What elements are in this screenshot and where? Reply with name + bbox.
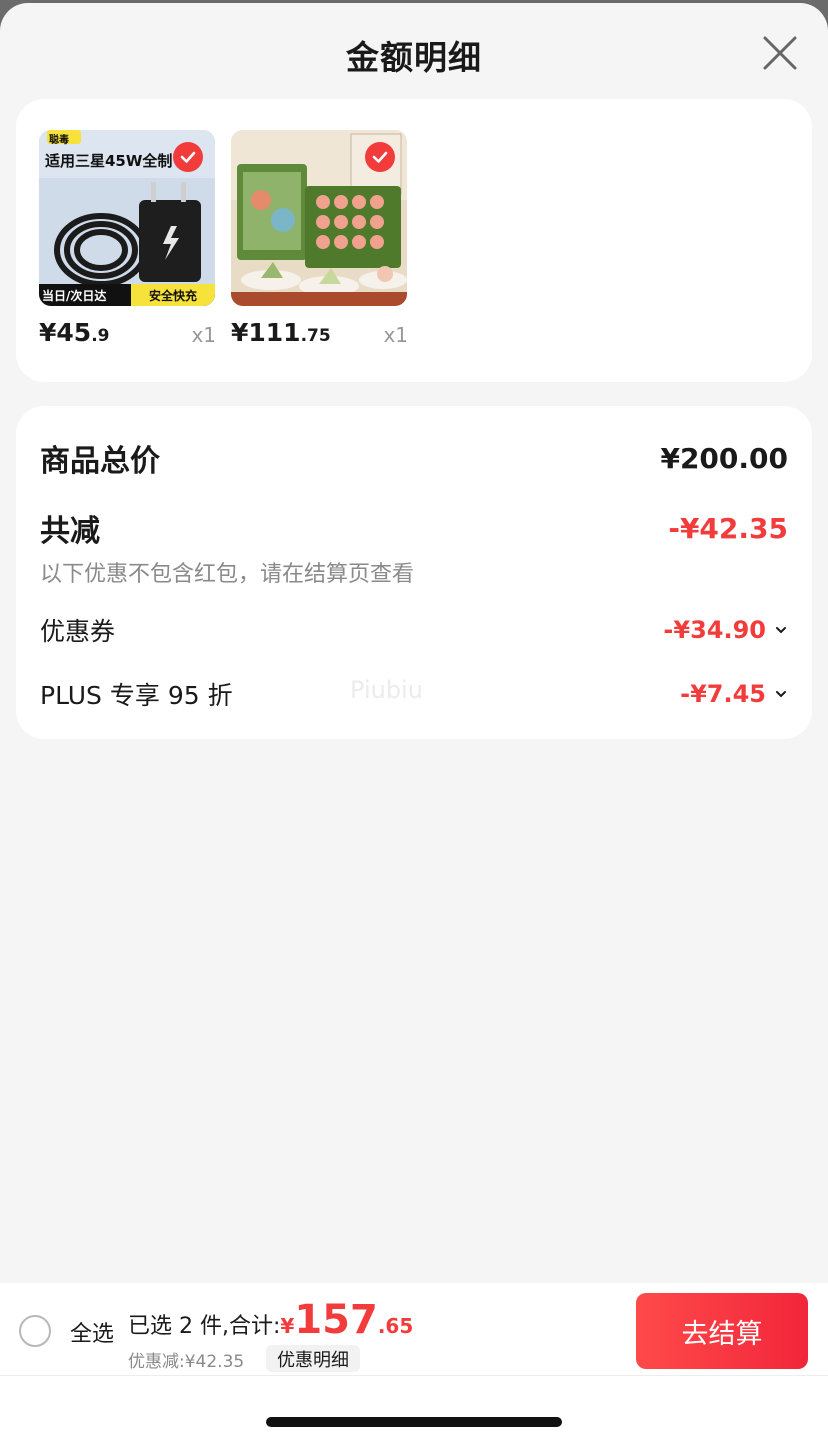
price-summary-card: 商品总价 ¥200.00 共减 -¥42.35 以下优惠不包含红包，请在结算页查… [16,406,812,739]
close-button[interactable] [760,33,800,73]
price-integer: ¥111 [231,318,301,347]
product-thumbnail-charger: 聪毒 适用三星45W全制 当日/次日达 安全快充 [39,130,215,306]
checked-badge[interactable] [365,142,395,172]
total-decimal: .65 [377,1314,414,1338]
product-quantity: x1 [383,323,408,347]
close-icon [763,36,797,70]
product-price: ¥111.75 [231,318,331,347]
home-indicator [266,1417,562,1427]
product-item[interactable]: ¥111.75 x1 [231,130,408,347]
amount-detail-sheet: 金额明细 聪毒 适用三星45W全制 当日/次日达 安全快充 ¥45.9 x1 ¥… [0,3,828,1440]
product-quantity: x1 [191,323,216,347]
thumb-badge: 聪毒 [49,135,69,146]
discount-note: 以下优惠不包含红包，请在结算页查看 [40,562,415,587]
product-list-card: 聪毒 适用三星45W全制 当日/次日达 安全快充 ¥45.9 x1 ¥111.7… [16,99,812,382]
checkmark-icon [372,151,388,163]
discount-detail-chip[interactable]: 优惠明细 [266,1345,360,1372]
total-integer: 157 [294,1297,378,1343]
checked-badge[interactable] [173,142,203,172]
plus-value-group: -¥7.45 [680,680,788,708]
chevron-down-icon [776,691,786,698]
plus-discount-row[interactable]: PLUS 专享 95 折 -¥7.45 [40,676,788,712]
coupon-value: -¥34.90 [663,616,766,644]
reduction-row: 共减 -¥42.35 [40,506,788,550]
select-all-label[interactable]: 全选 [70,1316,114,1348]
checkout-bar: 全选 已选 2 件,合计: ¥ 157 .65 优惠减:¥42.35 优惠明细 … [0,1283,828,1440]
product-item[interactable]: 聪毒 适用三星45W全制 当日/次日达 安全快充 ¥45.9 x1 [39,130,216,347]
sheet-header: 金额明细 [0,3,828,101]
checkout-button[interactable]: 去结算 [636,1293,808,1369]
price-decimal: .9 [91,326,110,346]
subtotal-value: ¥200.00 [660,441,788,475]
selected-count: 已选 2 件,合计: [128,1314,281,1339]
thumb-footer-left: 当日/次日达 [42,289,107,303]
discount-amount: 优惠减:¥42.35 [128,1352,245,1372]
coupon-label: 优惠券 [40,617,116,646]
product-thumbnail-gift-box [231,130,407,306]
product-price: ¥45.9 [39,318,109,347]
reduction-value: -¥42.35 [668,511,788,545]
checkmark-icon [180,151,196,163]
reduction-label: 共减 [40,514,100,549]
thumb-title: 适用三星45W全制 [45,152,173,170]
sheet-title: 金额明细 [346,38,482,77]
thumb-footer-right: 安全快充 [149,289,198,303]
price-integer: ¥45 [39,318,92,347]
select-all-radio[interactable] [19,1315,51,1347]
plus-label: PLUS 专享 95 折 [40,681,233,710]
plus-value: -¥7.45 [680,680,766,708]
selected-total: 已选 2 件,合计: ¥ 157 .65 [128,1297,413,1343]
price-decimal: .75 [300,326,331,346]
total-currency: ¥ [280,1314,295,1338]
coupon-value-group: -¥34.90 [663,616,788,644]
subtotal-label: 商品总价 [40,444,160,479]
coupon-row[interactable]: 优惠券 -¥34.90 [40,612,788,648]
divider [0,1375,828,1376]
subtotal-row: 商品总价 ¥200.00 [40,436,788,480]
chevron-down-icon [776,627,786,634]
